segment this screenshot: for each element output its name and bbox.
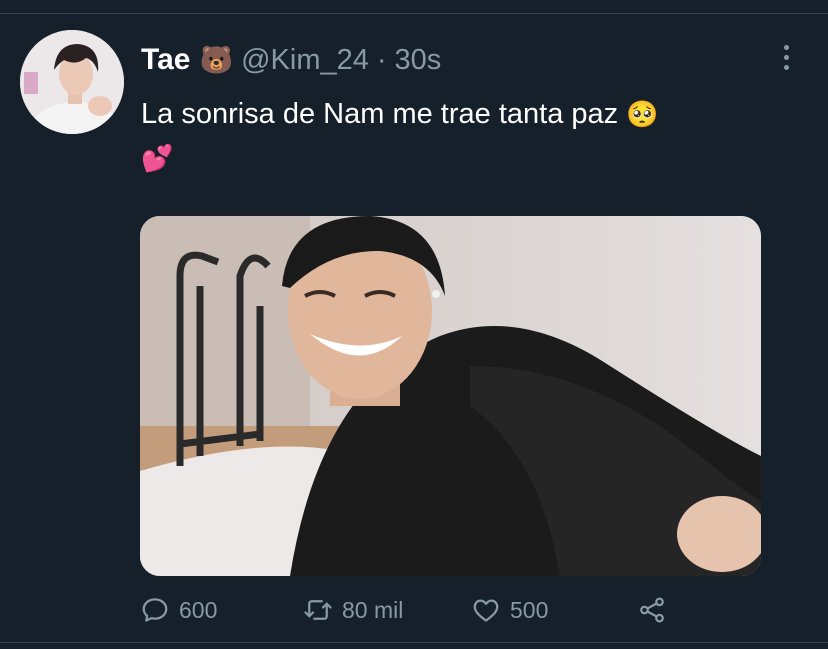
top-divider <box>0 13 828 14</box>
like-count: 500 <box>510 596 549 623</box>
tweet-media-image[interactable] <box>140 216 761 576</box>
bottom-divider <box>0 642 828 643</box>
separator-dot: · <box>376 43 387 76</box>
two-hearts-emoji: 💕 <box>141 143 174 173</box>
heart-icon <box>473 599 499 622</box>
like-button[interactable]: 500 <box>471 588 548 632</box>
tweet-photo <box>140 216 761 576</box>
avatar-photo <box>20 30 124 134</box>
tweet-timestamp[interactable]: 30s <box>395 44 442 77</box>
avatar[interactable] <box>20 30 124 134</box>
speech-bubble-icon <box>142 598 168 622</box>
retweet-count: 80 mil <box>342 596 404 623</box>
pleading-face-emoji: 🥺 <box>626 99 659 129</box>
retweet-button[interactable]: 80 mil <box>303 588 403 632</box>
tweet-actions: 600 80 mil 500 <box>140 588 740 632</box>
tweet-text-body: La sonrisa de Nam me trae tanta paz <box>141 98 619 130</box>
author-handle[interactable]: @Kim_24 <box>241 44 369 77</box>
tweet-header: Tae 🐻 @Kim_24 · 30s <box>141 38 441 82</box>
share-icon <box>640 597 664 623</box>
reply-button[interactable]: 600 <box>140 588 217 632</box>
author-name[interactable]: Tae <box>141 43 190 77</box>
retweet-icon <box>304 600 332 620</box>
share-button[interactable] <box>637 588 676 632</box>
reply-count: 600 <box>179 596 218 623</box>
more-vertical-icon <box>783 44 789 50</box>
tweet-text: La sonrisa de Nam me trae tanta paz 🥺 💕 <box>141 92 781 180</box>
more-options-button[interactable] <box>772 40 800 74</box>
bear-emoji: 🐻 <box>199 44 234 75</box>
